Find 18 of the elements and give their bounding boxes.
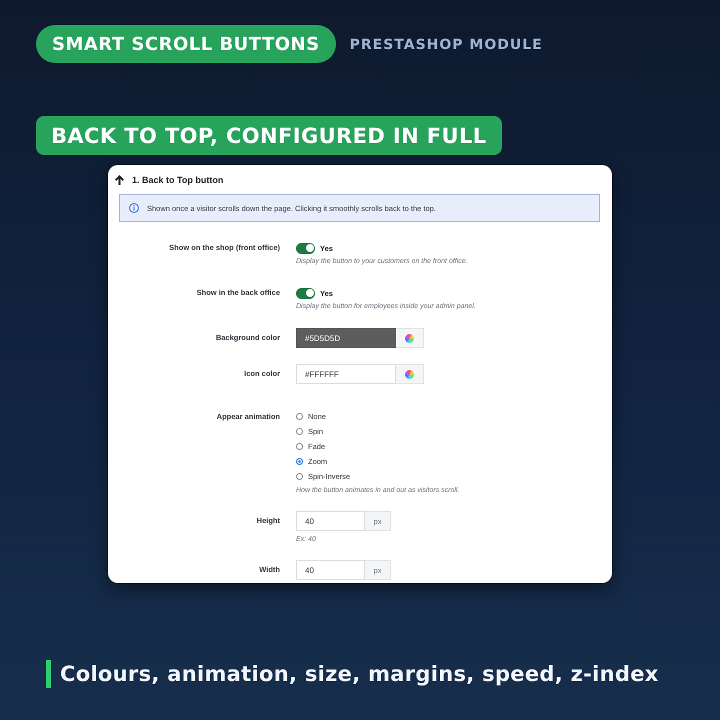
color-wheel-icon xyxy=(405,334,414,342)
arrow-up-icon xyxy=(115,174,124,184)
subtitle-text: PRESTASHOP MODULE xyxy=(350,36,543,53)
toggle-switch[interactable] xyxy=(296,242,315,254)
accent-bar xyxy=(46,660,51,688)
color-picker-button[interactable] xyxy=(396,364,424,384)
color-field[interactable]: #5D5D5D xyxy=(296,328,396,348)
info-icon xyxy=(129,203,139,213)
toggle-switch[interactable] xyxy=(296,288,315,298)
feature-caption: Colours, animation, size, margins, speed, z-index xyxy=(60,662,659,686)
color-field[interactable]: #FFFFFF xyxy=(296,364,396,384)
number-field[interactable]: 40 xyxy=(296,511,365,531)
color-picker-button[interactable] xyxy=(396,328,424,348)
panel-title: 1. Back to Top button xyxy=(132,174,224,184)
module-name-badge: SMART SCROLL BUTTONS xyxy=(36,25,336,63)
headline-banner: BACK TO TOP, CONFIGURED IN FULL xyxy=(36,116,502,155)
number-field[interactable]: 40 xyxy=(296,560,365,580)
color-wheel-icon xyxy=(405,370,414,378)
